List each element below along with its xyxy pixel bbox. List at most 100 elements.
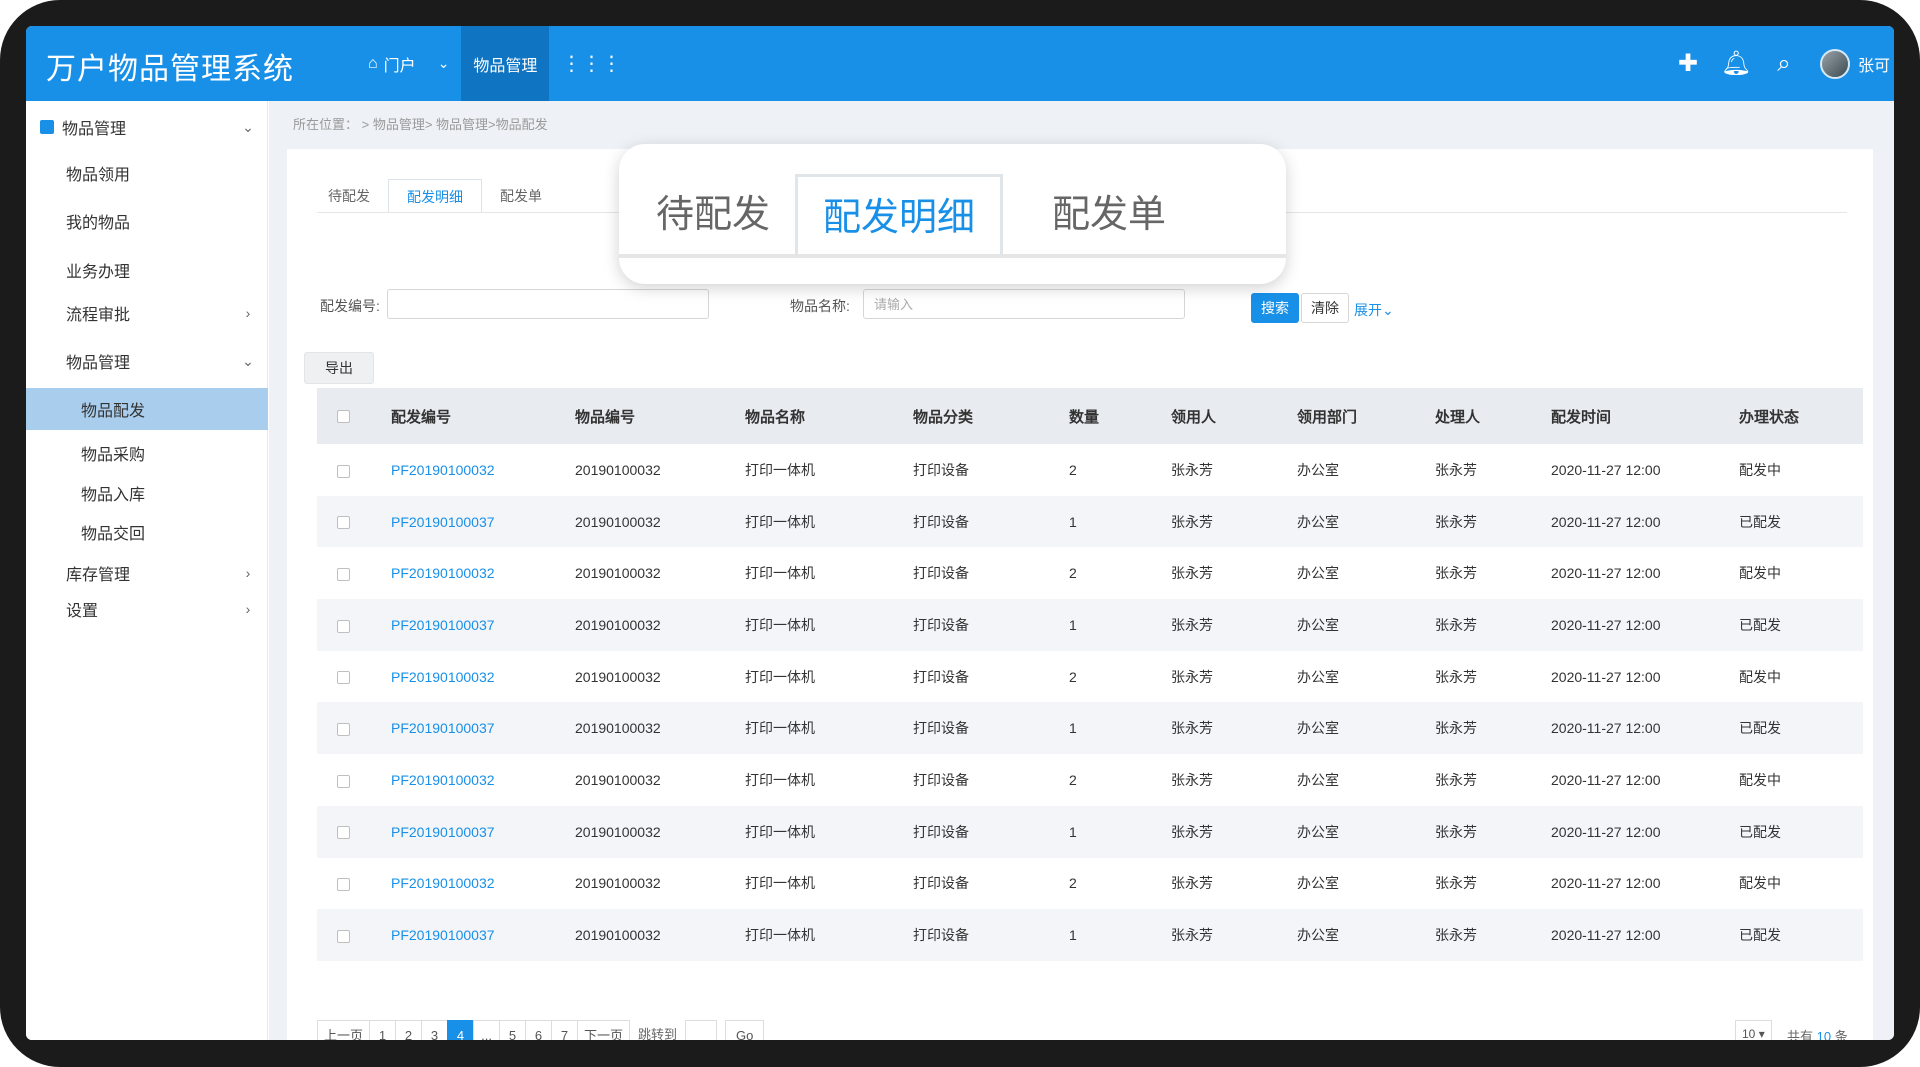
zoom-tab-orders[interactable]: 配发单: [1009, 174, 1209, 254]
col-header: 物品分类: [913, 388, 1069, 444]
chevron-down-icon: ⌄: [242, 118, 254, 135]
table-cell[interactable]: PF20190100032: [391, 858, 575, 910]
sidebar-item-approval[interactable]: 流程审批 ›: [26, 293, 268, 333]
sidebar-item-return[interactable]: 物品交回: [26, 514, 268, 550]
sidebar-item-settings[interactable]: 设置 ›: [26, 591, 268, 627]
bell-icon[interactable]: 🔔︎: [1712, 49, 1760, 78]
table-cell[interactable]: PF20190100037: [391, 909, 575, 961]
sidebar-item-distribution[interactable]: 物品配发: [26, 388, 268, 430]
total-number: 10: [1816, 1029, 1832, 1040]
table-cell: 2020-11-27 12:00: [1551, 668, 1661, 685]
table-row[interactable]: PF20190100037 20190100032 打印一体机 打印设备 1 张永芳 办公室…: [317, 702, 1863, 755]
select-all-checkbox[interactable]: [337, 410, 350, 424]
nav-apps[interactable]: ⋮⋮⋮: [549, 26, 639, 101]
sidebar-item-purchase[interactable]: 物品采购: [26, 435, 268, 471]
row-checkbox[interactable]: [337, 878, 350, 892]
page-button[interactable]: 1: [369, 1020, 396, 1040]
table-row[interactable]: PF20190100037 20190100032 打印一体机 打印设备 1 张永芳 办公室…: [317, 495, 1863, 548]
tab-orders[interactable]: 配发单: [482, 179, 560, 213]
row-checkbox[interactable]: [337, 774, 350, 788]
col-header: 物品编号: [575, 388, 745, 444]
row-select-cell: [317, 651, 391, 703]
go-button[interactable]: Go: [725, 1020, 765, 1040]
search-button[interactable]: 搜索: [1251, 293, 1299, 323]
page-size-select[interactable]: 10 ▾: [1735, 1020, 1772, 1040]
table-cell[interactable]: PF20190100032: [391, 547, 575, 599]
table-cell: 已配发: [1739, 805, 1863, 858]
sidebar-item-label: 流程审批: [66, 307, 131, 324]
table-row[interactable]: PF20190100032 20190100032 打印一体机 打印设备 2 张永芳 办公室…: [317, 754, 1863, 806]
row-select-cell: [317, 754, 391, 806]
export-button[interactable]: 导出: [304, 352, 374, 384]
row-checkbox[interactable]: [337, 464, 350, 478]
tab-bar: 待配发 配发明细 配发单: [310, 179, 560, 213]
jump-page-input[interactable]: [685, 1020, 718, 1040]
username[interactable]: 张可: [1858, 52, 1890, 76]
page-button-current[interactable]: 4: [447, 1020, 474, 1040]
nav-portal[interactable]: ⌂ 门户 ⌄: [356, 26, 461, 101]
prev-page-button[interactable]: 上一页: [317, 1020, 370, 1040]
row-checkbox[interactable]: [337, 619, 350, 633]
plus-icon[interactable]: ✚: [1664, 49, 1712, 78]
sidebar-section-label: 物品管理: [62, 121, 127, 138]
row-checkbox[interactable]: [337, 568, 350, 582]
sidebar-item-receive[interactable]: 物品领用: [26, 153, 268, 193]
code-input[interactable]: [387, 289, 709, 319]
table-cell: 打印一体机: [745, 461, 815, 478]
sidebar-section-goods[interactable]: 物品管理 ⌄: [26, 107, 268, 147]
page-button[interactable]: 6: [525, 1020, 552, 1040]
table-row[interactable]: PF20190100037 20190100032 打印一体机 打印设备 1 张永芳 办公室…: [317, 805, 1863, 858]
avatar[interactable]: [1819, 48, 1850, 79]
search-icon[interactable]: ⌕: [1760, 50, 1808, 78]
table-cell[interactable]: PF20190100037: [391, 599, 575, 651]
zoom-tab-pending[interactable]: 待配发: [633, 174, 793, 254]
header-actions: ✚ 🔔︎ ⌕ 张可: [1664, 26, 1894, 101]
table-body: PF20190100032 20190100032 打印一体机 打印设备 2 张永芳 办公室…: [317, 444, 1863, 961]
row-checkbox[interactable]: [337, 516, 350, 530]
sidebar: 物品管理 ⌄ 物品领用 我的物品 业务办理 流程审批 › 物品管理 ⌄ 物品配发: [26, 101, 268, 1040]
device-frame: 万户物品管理系统 ⌂ 门户 ⌄ 物品管理 ⋮⋮⋮ ✚ 🔔︎ ⌕ 张可 物品管理 …: [0, 0, 1920, 1067]
row-checkbox[interactable]: [337, 826, 350, 840]
row-checkbox[interactable]: [337, 723, 350, 737]
table-cell: 办公室: [1297, 702, 1435, 755]
next-page-button[interactable]: 下一页: [577, 1020, 631, 1040]
table-cell[interactable]: PF20190100037: [391, 702, 575, 755]
page-button[interactable]: 3: [421, 1020, 448, 1040]
sidebar-item-goods-mgmt[interactable]: 物品管理 ⌄: [26, 341, 268, 381]
row-checkbox[interactable]: [337, 929, 350, 943]
sidebar-item-label: 我的物品: [66, 215, 131, 232]
table-cell: 20190100032: [575, 805, 745, 858]
table-row[interactable]: PF20190100037 20190100032 打印一体机 打印设备 1 张永芳 办公室…: [317, 909, 1863, 961]
tab-pending[interactable]: 待配发: [310, 179, 388, 213]
table-cell[interactable]: PF20190100032: [391, 444, 575, 496]
table-row[interactable]: PF20190100032 20190100032 打印一体机 打印设备 2 张永芳 办公室…: [317, 547, 1863, 599]
table-cell[interactable]: PF20190100032: [391, 754, 575, 806]
sidebar-item-inventory[interactable]: 库存管理 ›: [26, 555, 268, 591]
table-row[interactable]: PF20190100032 20190100032 打印一体机 打印设备 2 张永芳 办公室…: [317, 651, 1863, 703]
row-checkbox[interactable]: [337, 671, 350, 685]
expand-link[interactable]: 展开⌄: [1354, 300, 1394, 320]
sidebar-item-stock-in[interactable]: 物品入库: [26, 475, 268, 511]
table-row[interactable]: PF20190100032 20190100032 打印一体机 打印设备 2 张永芳 办公室…: [317, 858, 1863, 910]
table-cell[interactable]: PF20190100037: [391, 805, 575, 858]
page-button[interactable]: 5: [499, 1020, 526, 1040]
table-cell: 20190100032: [575, 702, 745, 755]
table-cell: 2020-11-27 12:00: [1551, 599, 1739, 651]
sidebar-item-my-goods[interactable]: 我的物品: [26, 201, 268, 241]
table-cell: 打印一体机: [745, 565, 815, 582]
table-cell: 打印一体机: [745, 599, 913, 651]
page-button[interactable]: 2: [395, 1020, 422, 1040]
table-row[interactable]: PF20190100032 20190100032 打印一体机 打印设备 2 张永芳 办公室…: [317, 444, 1863, 496]
table-cell: 2020-11-27 12:00: [1551, 461, 1661, 478]
sidebar-item-business[interactable]: 业务办理: [26, 250, 268, 290]
name-input[interactable]: [863, 289, 1185, 319]
table-cell[interactable]: PF20190100037: [391, 495, 575, 548]
table-cell: 张永芳: [1435, 702, 1551, 755]
nav-item-management[interactable]: 物品管理: [461, 26, 550, 101]
tab-details[interactable]: 配发明细: [388, 179, 482, 213]
table-cell[interactable]: PF20190100032: [391, 651, 575, 703]
clear-button[interactable]: 清除: [1301, 293, 1349, 323]
zoom-tab-details[interactable]: 配发明细: [795, 174, 1003, 254]
table-row[interactable]: PF20190100037 20190100032 打印一体机 打印设备 1 张永芳 办公室…: [317, 599, 1863, 651]
page-button[interactable]: 7: [551, 1020, 578, 1040]
